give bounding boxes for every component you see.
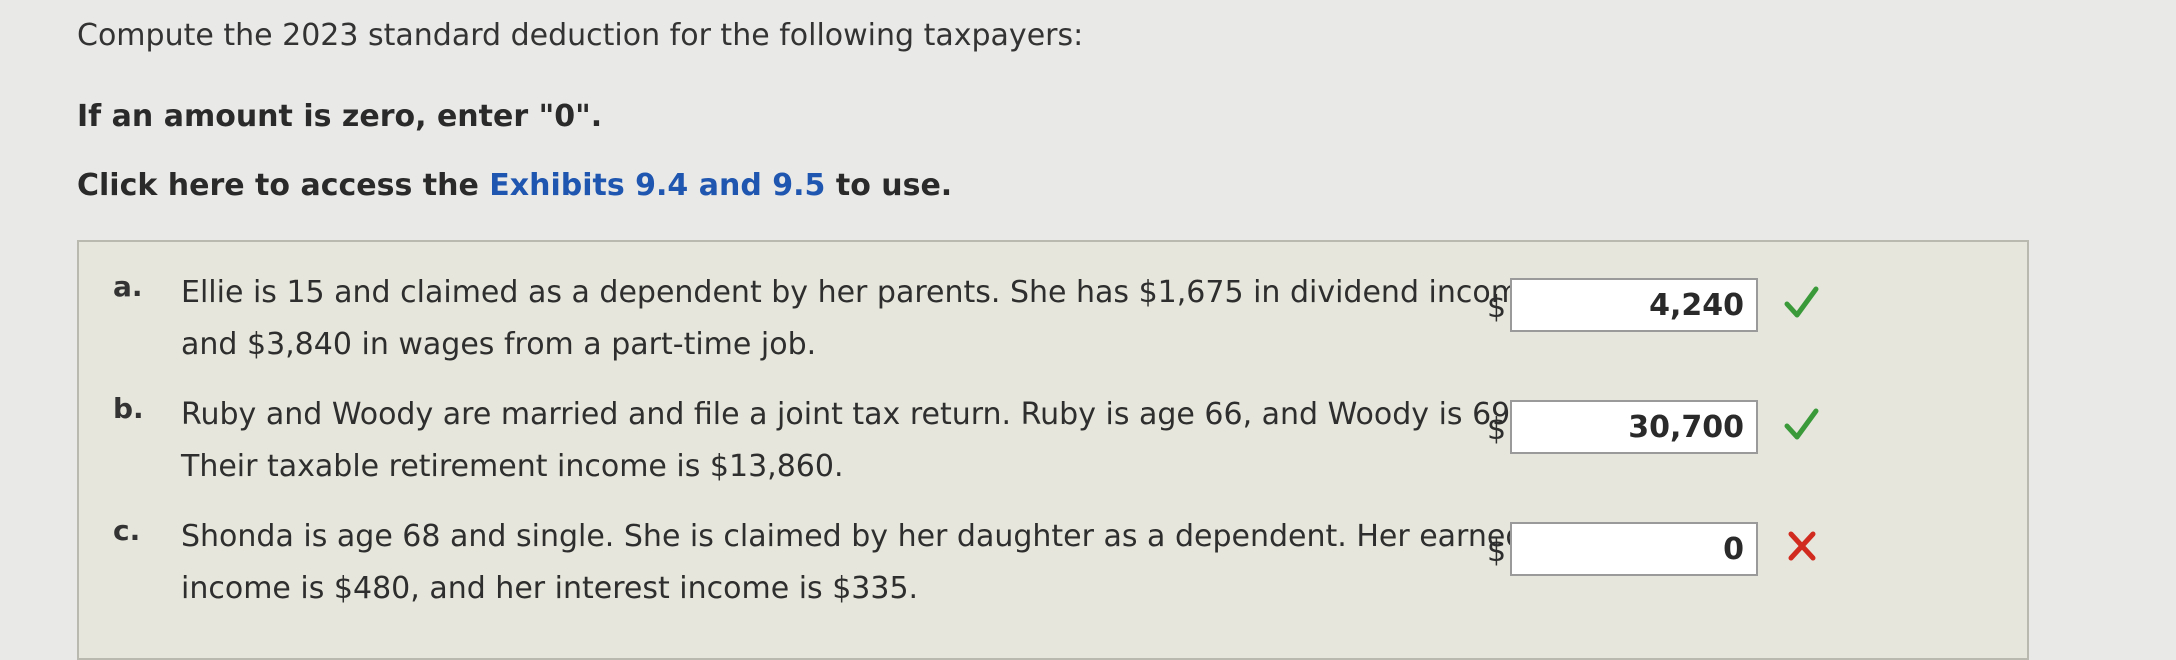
item-text: Shonda is age 68 and single. She is clai… [181,519,1525,606]
item-letter: c. [113,514,141,547]
answer-input-a[interactable] [1510,278,1758,332]
answer-input-b[interactable] [1510,400,1758,454]
item-text: Ruby and Woody are married and file a jo… [181,397,1520,484]
exhibits-link[interactable]: Exhibits 9.4 and 9.5 [489,168,825,203]
exhibit-prefix: Click here to access the [77,168,490,203]
dollar-sign: $ [1487,534,1507,569]
exhibit-suffix: to use. [825,168,953,203]
item-letter: a. [113,270,143,303]
check-icon [1784,286,1819,318]
check-icon [1784,408,1819,440]
item-letter: b. [113,392,144,425]
answer-input-c[interactable] [1510,522,1758,576]
problem-box: a. Ellie is 15 and claimed as a dependen… [77,240,2029,660]
dollar-sign: $ [1487,290,1507,325]
cross-icon [1788,531,1816,561]
exhibit-line: Click here to access the Exhibits 9.4 an… [77,168,952,203]
item-text: Ellie is 15 and claimed as a dependent b… [181,275,1539,362]
dollar-sign: $ [1487,412,1507,447]
zero-note: If an amount is zero, enter "0". [77,99,603,134]
instruction-intro: Compute the 2023 standard deduction for … [77,18,1084,53]
